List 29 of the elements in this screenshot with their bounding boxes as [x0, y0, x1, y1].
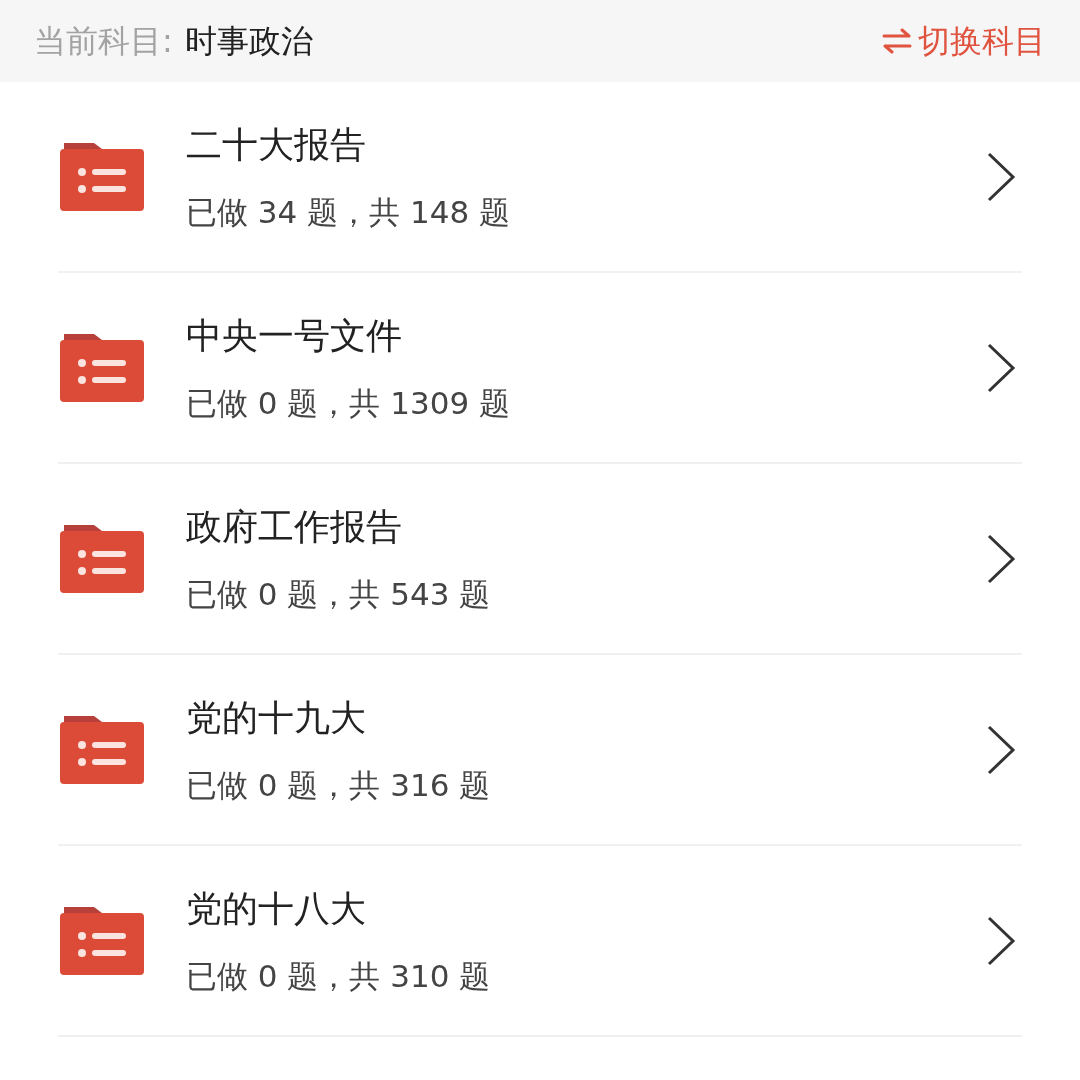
folder-list-icon	[60, 906, 144, 975]
folder-list-icon	[60, 142, 144, 211]
category-item[interactable]: 党的十九大 已做 0 题，共 316 题	[58, 655, 1022, 846]
subject-label: 当前科目:	[34, 21, 173, 62]
item-title: 党的十八大	[186, 886, 367, 931]
progress-text: 已做 0 题，共 316 题	[186, 765, 492, 804]
category-item[interactable]: 中央一号文件 已做 0 题，共 1309 题	[58, 273, 1022, 464]
item-title: 政府工作报告	[186, 504, 403, 549]
subject-name: 时事政治	[184, 21, 313, 62]
chevron-right-icon	[986, 724, 1016, 775]
progress-text: 已做 0 题，共 310 题	[186, 956, 492, 995]
swap-arrows-icon	[882, 28, 912, 54]
progress-text: 已做 0 题，共 1309 题	[186, 383, 512, 422]
chevron-right-icon	[986, 915, 1016, 966]
chevron-right-icon	[986, 342, 1016, 393]
chevron-right-icon	[986, 533, 1016, 584]
progress-text: 已做 0 题，共 543 题	[186, 574, 492, 613]
category-item[interactable]: 二十大报告 已做 34 题，共 148 题	[58, 82, 1022, 273]
folder-list-icon	[60, 333, 144, 402]
progress-text: 已做 34 题，共 148 题	[186, 192, 512, 231]
switch-subject-button[interactable]: 切换科目	[882, 17, 1046, 65]
chevron-right-icon	[986, 151, 1016, 202]
item-title: 党的十九大	[186, 695, 367, 740]
item-title: 二十大报告	[186, 122, 367, 167]
folder-list-icon	[60, 715, 144, 784]
category-item[interactable]: 党的十八大 已做 0 题，共 310 题	[58, 846, 1022, 1037]
item-title: 中央一号文件	[186, 313, 403, 358]
folder-list-icon	[60, 524, 144, 593]
category-item[interactable]: 政府工作报告 已做 0 题，共 543 题	[58, 464, 1022, 655]
